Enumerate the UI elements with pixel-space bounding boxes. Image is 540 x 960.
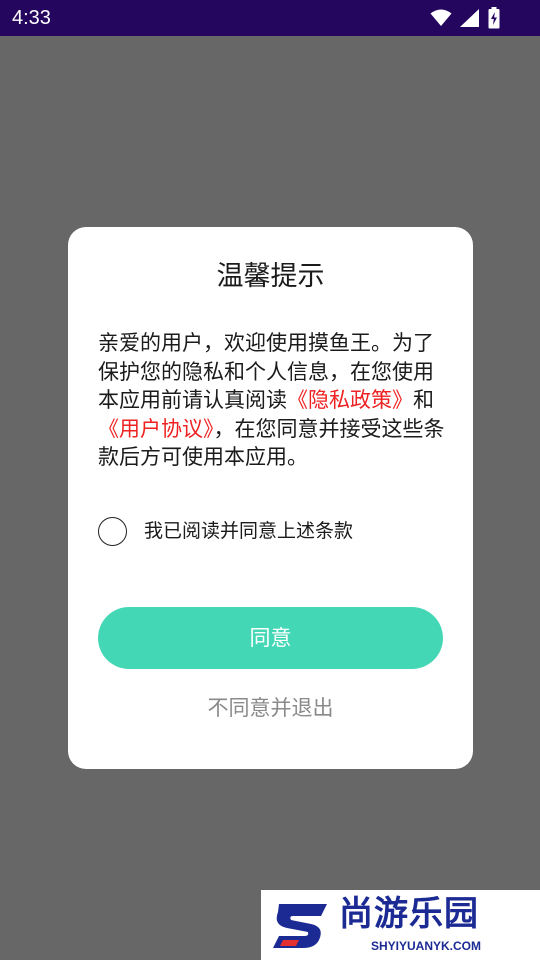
disagree-exit-button[interactable]: 不同意并退出 [68,693,473,723]
screen: 4:33 温馨提示 亲爱的用户，欢迎使用摸鱼王。为了保护您的隐私和个人信息，在您… [0,0,540,960]
status-bar: 4:33 [0,0,540,36]
cell-signal-icon [460,9,480,27]
user-agreement-link[interactable]: 《用户协议》 [98,417,214,441]
status-time: 4:33 [12,7,51,29]
site-watermark: 尚游乐园 SHYIYUANYK.COM [261,890,540,960]
privacy-dialog: 温馨提示 亲爱的用户，欢迎使用摸鱼王。为了保护您的隐私和个人信息，在您使用本应用… [68,227,473,769]
dialog-message: 亲爱的用户，欢迎使用摸鱼王。为了保护您的隐私和个人信息，在您使用本应用前请认真阅… [98,329,448,472]
site-url: SHYIYUANYK.COM [371,939,482,953]
dialog-title: 温馨提示 [216,261,325,292]
site-logo-icon [269,896,333,958]
privacy-policy-link[interactable]: 《隐私政策》 [287,388,413,412]
site-name: 尚游乐园 [339,894,479,934]
consent-checkbox[interactable] [98,516,127,546]
agree-button[interactable]: 同意 [98,607,443,669]
consent-row[interactable]: 我已阅读并同意上述条款 [98,515,353,547]
consent-label: 我已阅读并同意上述条款 [144,520,354,542]
message-text-and: 和 [413,388,434,412]
status-icons [430,7,500,29]
battery-charging-icon [488,7,500,29]
wifi-icon [430,9,452,27]
